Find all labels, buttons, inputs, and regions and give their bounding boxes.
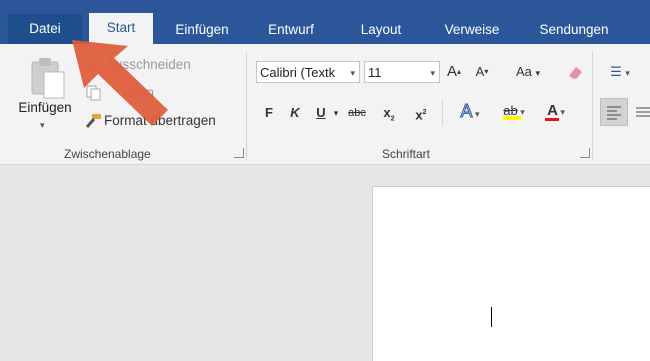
subscript-icon: x (383, 105, 391, 120)
format-painter-button[interactable]: Format übertragen (84, 110, 216, 132)
change-case-button[interactable]: Aa ▾ (508, 61, 548, 83)
highlighter-icon: ab (503, 100, 522, 122)
font-size-value: 11 (368, 65, 382, 80)
copy-button[interactable]: ieren (86, 82, 154, 104)
copy-label: ieren (124, 85, 155, 100)
font-dialog-launcher[interactable] (580, 148, 590, 158)
scissors-icon (86, 57, 102, 73)
subscript-button[interactable]: x2 (378, 102, 400, 124)
group-separator (592, 52, 593, 160)
font-color-button[interactable]: A ▾ (538, 100, 574, 122)
caret-up-icon: ▴ (457, 67, 462, 76)
chevron-down-icon[interactable]: ▾ (330, 102, 342, 124)
cut-button[interactable]: Ausschneiden (86, 54, 191, 76)
highlight-swatch (503, 116, 522, 120)
font-group-label: Schriftart (382, 147, 431, 161)
caret-down-icon: ▾ (484, 67, 489, 76)
italic-button[interactable]: K (288, 102, 302, 124)
text-effects-icon: A (460, 101, 473, 122)
font-name-value: Calibri (Textk (260, 65, 336, 80)
paste-button[interactable]: Einfügen ▾ (12, 52, 78, 136)
bold-button[interactable]: F (262, 102, 276, 124)
ribbon-tab-bar: Datei Start Einfügen Entwurf Layout Verw… (0, 0, 650, 44)
cut-label: Ausschneiden (106, 57, 191, 72)
clipboard-dialog-launcher[interactable] (234, 148, 244, 158)
align-left-icon (607, 106, 621, 120)
text-cursor (491, 307, 492, 327)
tab-layout[interactable]: Layout (346, 15, 416, 44)
chevron-down-icon: ▾ (40, 120, 45, 130)
format-painter-label: Format übertragen (104, 113, 216, 128)
clear-formatting-button[interactable] (564, 61, 586, 83)
grow-font-button[interactable]: A▴ (446, 61, 462, 83)
tab-insert[interactable]: Einfügen (160, 15, 244, 44)
chevron-down-icon: ▾ (430, 68, 435, 78)
bullets-button[interactable]: ☰ ▾ (600, 61, 640, 83)
grow-font-icon: A (446, 63, 457, 80)
superscript-icon: x (415, 107, 423, 123)
chevron-down-icon: ▾ (625, 68, 630, 78)
highlight-button[interactable]: ab ▾ (494, 100, 534, 122)
chevron-down-icon: ▾ (535, 68, 541, 78)
align-left-button[interactable] (600, 98, 628, 126)
strikethrough-button[interactable]: abc (344, 102, 370, 124)
tab-start[interactable]: Start (89, 13, 153, 44)
superscript-button[interactable]: x2 (410, 102, 432, 124)
document-page[interactable] (372, 186, 650, 361)
copy-icon (86, 85, 102, 101)
paste-label: Einfügen (18, 100, 72, 115)
tab-design[interactable]: Entwurf (256, 15, 326, 44)
ribbon: Einfügen ▾ Ausschneiden ieren Format übe… (0, 44, 650, 165)
text-effects-button[interactable]: A ▾ (452, 100, 488, 122)
align-center-button[interactable] (634, 100, 650, 126)
clipboard-group-label: Zwischenablage (64, 147, 151, 161)
group-separator (442, 100, 443, 126)
tab-file[interactable]: Datei (8, 14, 82, 44)
shrink-font-button[interactable]: A▾ (474, 61, 490, 83)
font-color-swatch (545, 118, 560, 121)
bullet-list-icon: ☰ (610, 64, 622, 79)
font-color-icon: A (545, 100, 560, 122)
tab-references[interactable]: Verweise (430, 15, 514, 44)
font-color-letter: A (547, 102, 558, 119)
paste-icon (31, 58, 65, 99)
eraser-icon (569, 67, 582, 79)
align-center-icon (636, 107, 650, 117)
font-size-combo[interactable]: 11 ▾ (364, 61, 440, 83)
format-painter-icon (84, 113, 101, 129)
group-separator (246, 52, 247, 160)
font-name-combo[interactable]: Calibri (Textk ▾ (256, 61, 360, 83)
chevron-down-icon: ▾ (350, 68, 355, 78)
change-case-icon: Aa (515, 64, 532, 79)
chevron-down-icon: ▾ (557, 107, 565, 117)
underline-button[interactable]: U (314, 102, 328, 124)
tab-mailings[interactable]: Sendungen (526, 15, 622, 44)
chevron-down-icon: ▾ (472, 109, 480, 119)
